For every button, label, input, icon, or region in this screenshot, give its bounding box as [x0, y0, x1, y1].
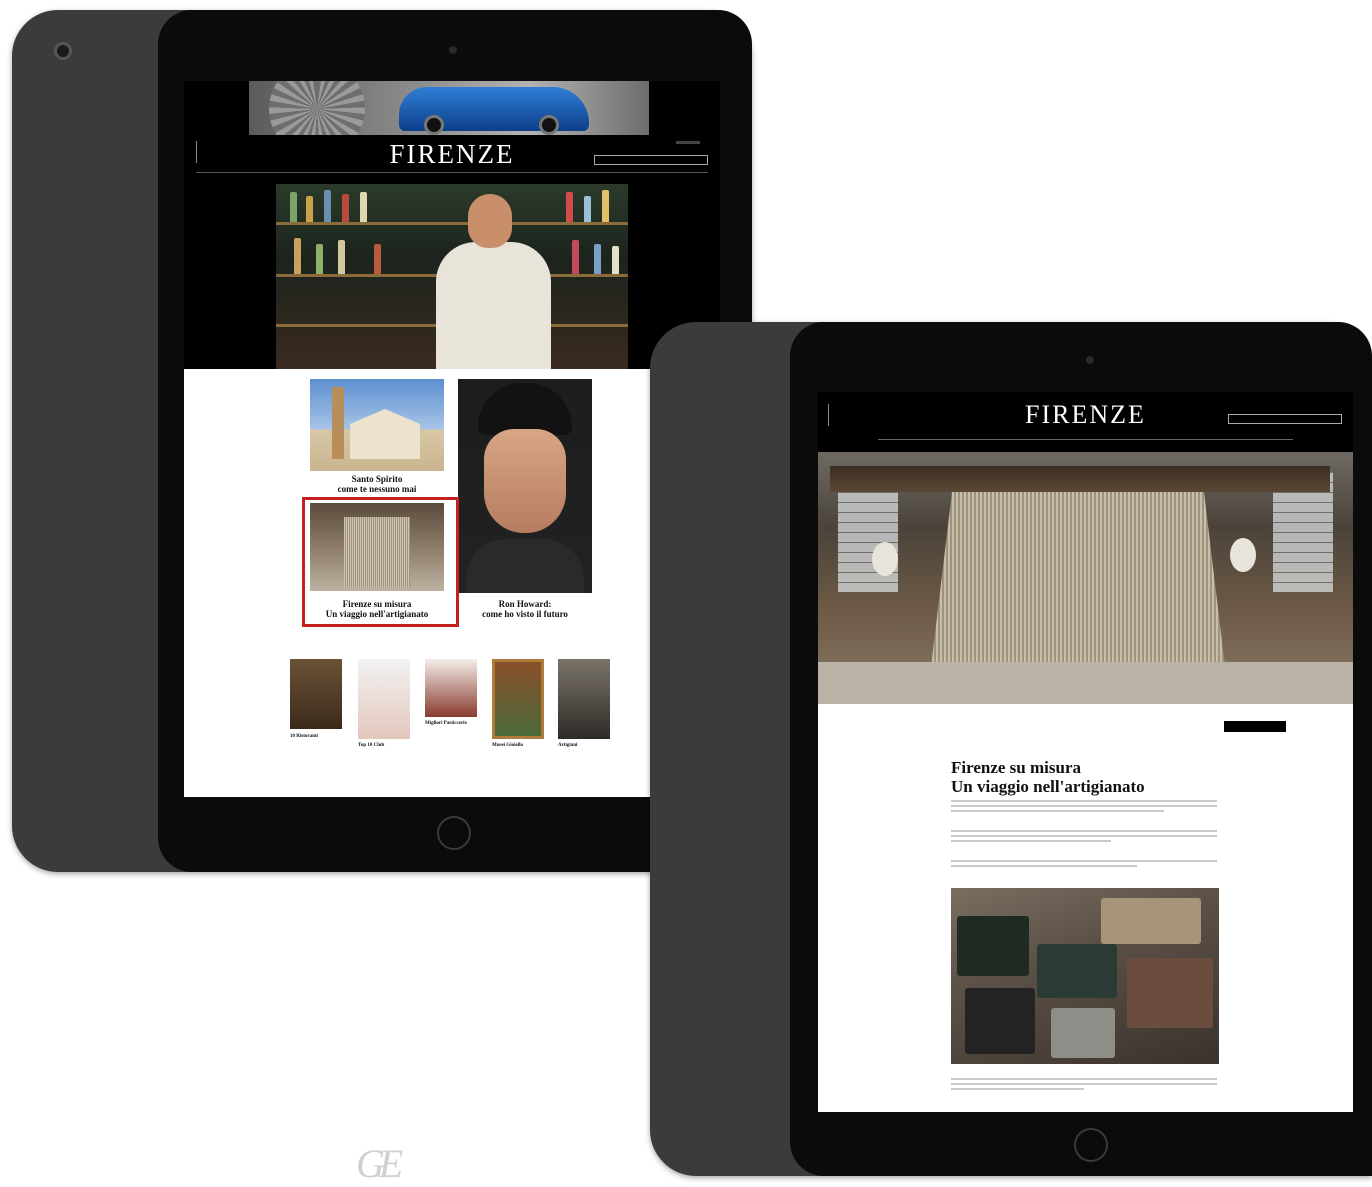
hero-image-barman[interactable]	[276, 184, 628, 369]
bottle	[360, 192, 367, 222]
article-title-line: Un viaggio nell'artigianato	[951, 777, 1145, 796]
rear-camera-icon	[54, 42, 72, 60]
paper-tile	[965, 988, 1035, 1054]
search-input[interactable]	[1228, 414, 1342, 424]
brand-monogram-logo: GE	[356, 1141, 403, 1186]
article-paragraph	[951, 800, 1217, 815]
selected-card-highlight	[302, 497, 459, 627]
article-screen: FIRENZE Firenze su misura Un viaggio nel…	[818, 392, 1353, 1112]
article-paragraph	[951, 1078, 1217, 1093]
face	[484, 429, 566, 533]
club-image	[358, 659, 410, 739]
ipad-left: FIRENZE Santo Spirito come te nessuno ma…	[12, 10, 752, 872]
bottle	[338, 240, 345, 274]
article-title: Firenze su misura Un viaggio nell'artigi…	[951, 758, 1145, 796]
card-title[interactable]: Ron Howard: come ho visto il futuro	[458, 599, 592, 619]
floor	[818, 662, 1353, 704]
car-wheel	[424, 115, 444, 135]
homepage-screen: FIRENZE Santo Spirito come te nessuno ma…	[184, 81, 720, 797]
barman-figure	[436, 194, 551, 369]
category-button[interactable]	[1224, 721, 1286, 732]
bottle	[612, 246, 619, 274]
bottle	[316, 244, 323, 274]
bottle	[306, 196, 313, 222]
home-button[interactable]	[437, 816, 471, 850]
featured-cards: Santo Spirito come te nessuno mai Ron Ho…	[184, 369, 720, 789]
paper-tile	[957, 916, 1029, 976]
small-card-title: Migliori Pasticcerie	[425, 721, 467, 726]
artigiani-image	[558, 659, 610, 739]
main-nav[interactable]	[878, 439, 1293, 440]
site-header: FIRENZE	[184, 81, 720, 369]
header-right-links[interactable]	[676, 141, 700, 144]
small-card-title: Artigiani	[558, 743, 578, 748]
bottle	[294, 238, 301, 274]
barman-jacket	[436, 242, 551, 369]
bottle	[290, 192, 297, 222]
bottle	[584, 196, 591, 222]
main-nav[interactable]	[196, 172, 708, 173]
article-paragraph	[951, 830, 1217, 845]
bottle	[594, 244, 601, 274]
small-card-title: 10 Ristoranti	[290, 734, 318, 739]
car-wheel	[539, 115, 559, 135]
card-title-line: Santo Spirito	[351, 474, 403, 484]
bottle	[324, 190, 331, 222]
paper-tile	[1101, 898, 1201, 944]
bottle	[374, 244, 381, 274]
front-camera-icon	[1086, 356, 1094, 364]
lamp	[872, 542, 898, 576]
card-title-line: come te nessuno mai	[337, 484, 417, 494]
ipad-right-bezel: FIRENZE Firenze su misura Un viaggio nel…	[790, 322, 1372, 1176]
card-title-line: Ron Howard:	[498, 599, 552, 609]
small-card-title: Musei Gioiello	[492, 743, 523, 748]
small-card-title: Top 10 Club	[358, 743, 385, 748]
turbine-image	[269, 81, 365, 135]
search-input[interactable]	[594, 155, 708, 165]
paper-tile	[1051, 1008, 1115, 1058]
shirt	[466, 539, 584, 593]
lamp	[1230, 538, 1256, 572]
cap	[478, 383, 572, 435]
ron-howard-image[interactable]	[458, 379, 592, 593]
pasticcerie-image	[425, 659, 477, 717]
bottle	[566, 192, 573, 222]
loom-beam	[830, 466, 1330, 492]
article-paragraph	[951, 860, 1217, 870]
barman-head	[468, 194, 512, 248]
bottle	[572, 240, 579, 274]
ristoranti-image	[290, 659, 342, 729]
article-image-marbled-paper	[951, 888, 1219, 1064]
bell-tower	[332, 387, 344, 459]
site-header: FIRENZE	[818, 392, 1353, 452]
banner-ad[interactable]	[249, 81, 649, 135]
bottle	[342, 194, 349, 222]
ipad-right: FIRENZE Firenze su misura Un viaggio nel…	[650, 322, 1372, 1176]
church-facade	[350, 409, 420, 459]
santo-spirito-image[interactable]	[310, 379, 444, 471]
card-title[interactable]: Santo Spirito come te nessuno mai	[310, 474, 444, 494]
paper-tile	[1037, 944, 1117, 998]
home-button[interactable]	[1074, 1128, 1108, 1162]
musei-image	[492, 659, 544, 739]
paper-tile	[1127, 958, 1213, 1028]
card-title-line: come ho visto il futuro	[482, 609, 568, 619]
article-hero-image	[818, 452, 1353, 704]
article-title-line: Firenze su misura	[951, 758, 1082, 777]
bottle	[602, 190, 609, 222]
front-camera-icon	[449, 46, 457, 54]
